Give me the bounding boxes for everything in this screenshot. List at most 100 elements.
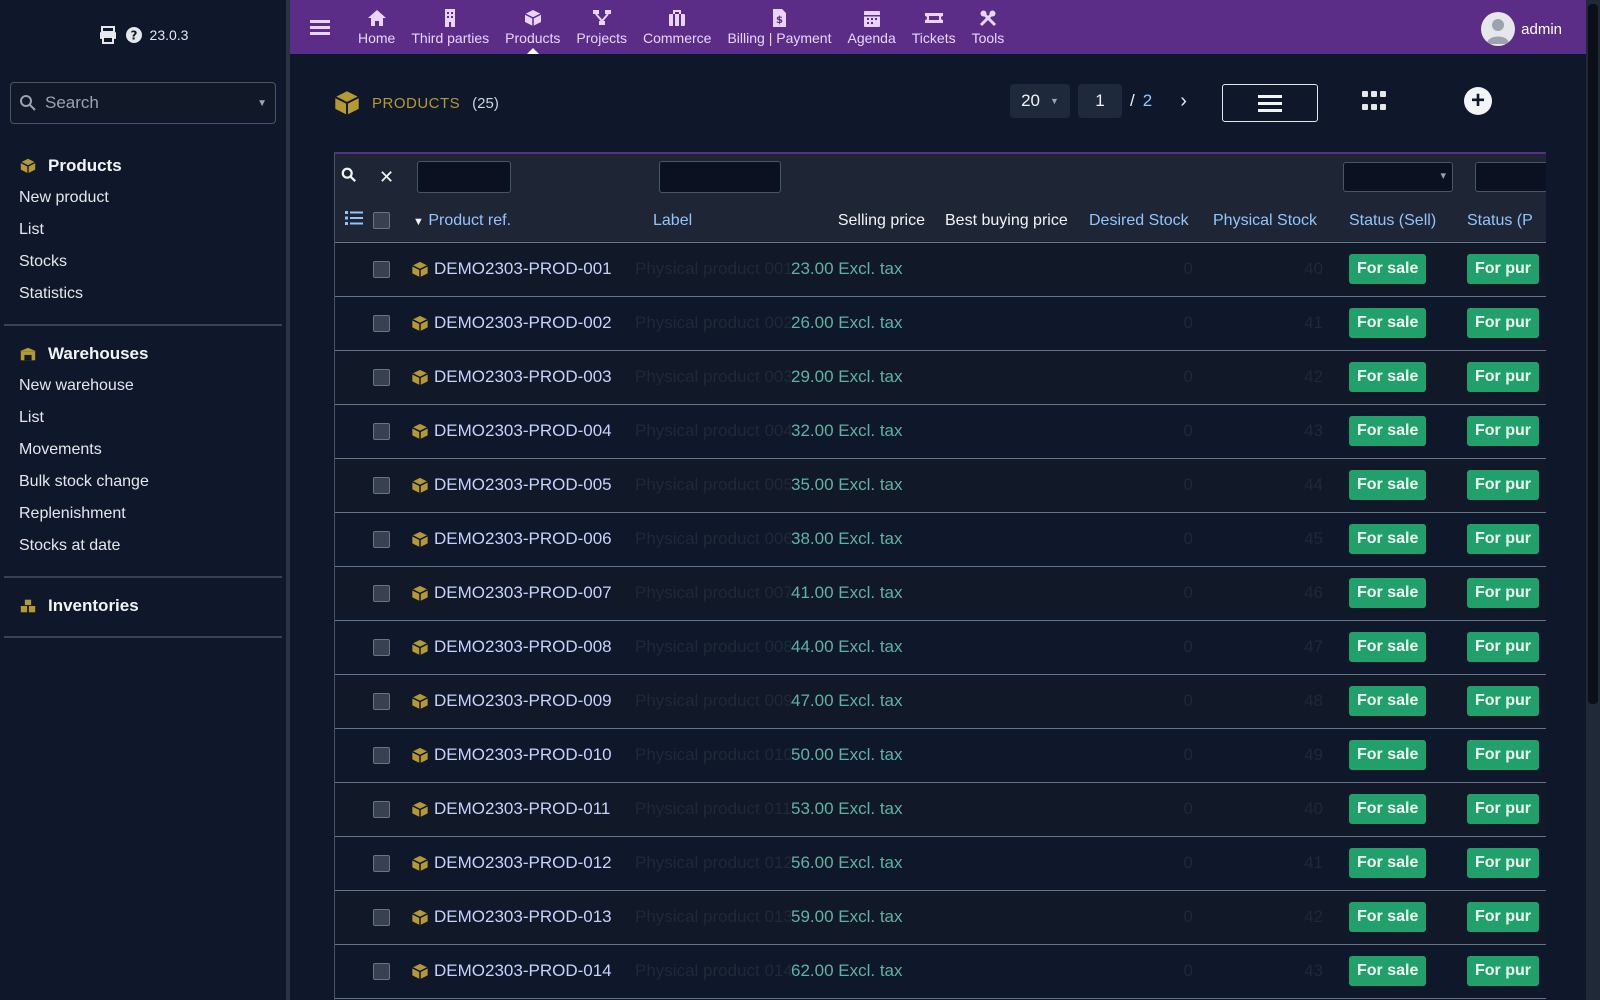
row-checkbox[interactable] bbox=[373, 315, 390, 333]
col-desired-stock[interactable]: Desired Stock bbox=[1081, 200, 1207, 243]
product-ref-link[interactable]: DEMO2303-PROD-004 bbox=[434, 421, 612, 441]
product-ref-link[interactable]: DEMO2303-PROD-012 bbox=[434, 853, 612, 873]
status-sell-badge[interactable]: For sale bbox=[1349, 740, 1427, 770]
select-all-checkbox[interactable] bbox=[373, 212, 390, 230]
nav-item-home[interactable]: Home bbox=[350, 0, 403, 54]
user-name[interactable]: admin bbox=[1521, 21, 1562, 38]
nav-item-projects[interactable]: Projects bbox=[568, 0, 635, 54]
page-number-input[interactable]: 1 bbox=[1078, 84, 1122, 118]
scrollbar-thumb[interactable] bbox=[1588, 4, 1598, 704]
product-ref-link[interactable]: DEMO2303-PROD-011 bbox=[434, 799, 610, 819]
nav-item-agenda[interactable]: Agenda bbox=[839, 0, 903, 54]
table-row[interactable]: DEMO2303-PROD-007 Physical product 007 41.… bbox=[335, 566, 1546, 621]
status-sell-badge[interactable]: For sale bbox=[1349, 308, 1427, 338]
sidebar-item-new-product[interactable]: New product bbox=[4, 182, 282, 214]
status-buy-badge[interactable]: For pur bbox=[1467, 740, 1539, 770]
next-page-icon[interactable]: › bbox=[1180, 90, 1187, 113]
table-row[interactable]: DEMO2303-PROD-013 Physical product 013 59.… bbox=[335, 890, 1546, 945]
table-row[interactable]: DEMO2303-PROD-006 Physical product 006 38.… bbox=[335, 512, 1546, 567]
status-buy-badge[interactable]: For pur bbox=[1467, 956, 1539, 986]
avatar[interactable] bbox=[1481, 12, 1516, 46]
table-row[interactable]: DEMO2303-PROD-010 Physical product 010 50.… bbox=[335, 728, 1546, 783]
user-menu[interactable]: admin bbox=[1481, 12, 1562, 46]
printer-icon[interactable] bbox=[98, 25, 118, 45]
filter-status-buy-select[interactable] bbox=[1475, 162, 1546, 192]
sidebar-item-new-warehouse[interactable]: New warehouse bbox=[4, 370, 282, 402]
sidebar-item-bulk-stock-change[interactable]: Bulk stock change bbox=[4, 466, 282, 498]
row-checkbox[interactable] bbox=[373, 693, 390, 711]
col-selling-price[interactable]: Selling price bbox=[791, 200, 931, 243]
status-buy-badge[interactable]: For pur bbox=[1467, 254, 1539, 284]
status-buy-badge[interactable]: For pur bbox=[1467, 362, 1539, 392]
product-ref-link[interactable]: DEMO2303-PROD-009 bbox=[434, 691, 612, 711]
search-icon[interactable] bbox=[341, 167, 357, 183]
table-row[interactable]: DEMO2303-PROD-005 Physical product 005 35.… bbox=[335, 458, 1546, 513]
product-ref-link[interactable]: DEMO2303-PROD-001 bbox=[434, 259, 612, 279]
table-row[interactable]: DEMO2303-PROD-002 Physical product 002 26.… bbox=[335, 296, 1546, 351]
sidebar-item-statistics[interactable]: Statistics bbox=[4, 278, 282, 310]
row-checkbox[interactable] bbox=[373, 639, 390, 657]
sidebar-head-inventories[interactable]: Inventories bbox=[4, 590, 282, 622]
col-label-header[interactable]: Label bbox=[623, 200, 791, 243]
row-checkbox[interactable] bbox=[373, 423, 390, 441]
table-row[interactable]: DEMO2303-PROD-009 Physical product 009 47.… bbox=[335, 674, 1546, 729]
status-buy-badge[interactable]: For pur bbox=[1467, 578, 1539, 608]
product-ref-link[interactable]: DEMO2303-PROD-008 bbox=[434, 637, 612, 657]
sidebar-search[interactable]: Search ▼ bbox=[10, 82, 276, 124]
status-buy-badge[interactable]: For pur bbox=[1467, 524, 1539, 554]
nav-item-tools[interactable]: Tools bbox=[964, 0, 1013, 54]
row-checkbox[interactable] bbox=[373, 801, 390, 819]
sidebar-item-list[interactable]: List bbox=[4, 214, 282, 246]
col-physical-stock[interactable]: Physical Stock bbox=[1207, 200, 1337, 243]
status-buy-badge[interactable]: For pur bbox=[1467, 902, 1539, 932]
col-status-buy[interactable]: Status (P bbox=[1455, 200, 1546, 243]
table-row[interactable]: DEMO2303-PROD-011 Physical product 011 53.… bbox=[335, 782, 1546, 837]
status-buy-badge[interactable]: For pur bbox=[1467, 794, 1539, 824]
sidebar-item-stocks[interactable]: Stocks bbox=[4, 246, 282, 278]
list-options-icon[interactable] bbox=[345, 210, 363, 226]
status-buy-badge[interactable]: For pur bbox=[1467, 470, 1539, 500]
status-sell-badge[interactable]: For sale bbox=[1349, 632, 1427, 662]
status-buy-badge[interactable]: For pur bbox=[1467, 308, 1539, 338]
col-best-buying-price[interactable]: Best buying price bbox=[931, 200, 1081, 243]
status-sell-badge[interactable]: For sale bbox=[1349, 956, 1427, 986]
sidebar-head-warehouses[interactable]: Warehouses bbox=[4, 338, 282, 370]
row-checkbox[interactable] bbox=[373, 855, 390, 873]
help-icon[interactable]: ? bbox=[124, 25, 144, 45]
add-product-button[interactable]: + bbox=[1464, 87, 1492, 115]
hamburger-menu-icon[interactable] bbox=[290, 17, 350, 38]
product-ref-link[interactable]: DEMO2303-PROD-013 bbox=[434, 907, 612, 927]
status-sell-badge[interactable]: For sale bbox=[1349, 416, 1427, 446]
grid-view-icon[interactable] bbox=[1362, 91, 1388, 113]
table-row[interactable]: DEMO2303-PROD-003 Physical product 003 29.… bbox=[335, 350, 1546, 405]
product-ref-link[interactable]: DEMO2303-PROD-007 bbox=[434, 583, 612, 603]
row-checkbox[interactable] bbox=[373, 747, 390, 765]
nav-item-billing-payment[interactable]: $ Billing | Payment bbox=[719, 0, 839, 54]
row-checkbox[interactable] bbox=[373, 369, 390, 387]
row-checkbox[interactable] bbox=[373, 477, 390, 495]
nav-item-commerce[interactable]: Commerce bbox=[635, 0, 719, 54]
col-status-sell[interactable]: Status (Sell) bbox=[1337, 200, 1455, 243]
sidebar-item-movements[interactable]: Movements bbox=[4, 434, 282, 466]
row-checkbox[interactable] bbox=[373, 531, 390, 549]
table-row[interactable]: DEMO2303-PROD-001 Physical product 001 23.… bbox=[335, 242, 1546, 297]
status-sell-badge[interactable]: For sale bbox=[1349, 254, 1427, 284]
row-checkbox[interactable] bbox=[373, 585, 390, 603]
sidebar-item-stocks-at-date[interactable]: Stocks at date bbox=[4, 530, 282, 562]
sidebar-item-list[interactable]: List bbox=[4, 402, 282, 434]
table-row[interactable]: DEMO2303-PROD-012 Physical product 012 56.… bbox=[335, 836, 1546, 891]
status-sell-badge[interactable]: For sale bbox=[1349, 362, 1427, 392]
filter-ref-input[interactable] bbox=[417, 161, 511, 193]
sidebar-search-placeholder[interactable]: Search bbox=[45, 93, 249, 113]
table-row[interactable]: DEMO2303-PROD-014 Physical product 014 62.… bbox=[335, 944, 1546, 999]
page-scrollbar[interactable] bbox=[1586, 0, 1600, 1000]
product-ref-link[interactable]: DEMO2303-PROD-006 bbox=[434, 529, 612, 549]
status-buy-badge[interactable]: For pur bbox=[1467, 632, 1539, 662]
nav-item-products[interactable]: Products bbox=[497, 0, 568, 54]
col-product-ref[interactable]: ▼ Product ref. bbox=[411, 200, 623, 243]
row-checkbox[interactable] bbox=[373, 909, 390, 927]
status-sell-badge[interactable]: For sale bbox=[1349, 470, 1427, 500]
status-sell-badge[interactable]: For sale bbox=[1349, 902, 1427, 932]
product-ref-link[interactable]: DEMO2303-PROD-003 bbox=[434, 367, 612, 387]
close-icon[interactable]: ✕ bbox=[379, 167, 394, 187]
